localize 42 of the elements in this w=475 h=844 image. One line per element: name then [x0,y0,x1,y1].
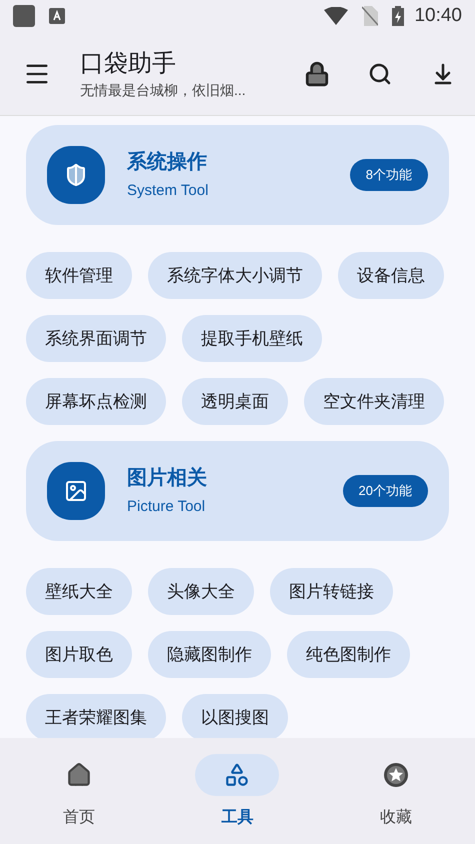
nav-item[interactable]: 收藏 [316,754,475,844]
category-card[interactable]: 系统操作 System Tool 8个功能 [26,125,449,225]
tool-chip[interactable]: 以图搜图 [182,694,288,738]
tool-chip[interactable]: 空文件夹清理 [304,378,444,425]
feature-count-badge: 8个功能 [350,159,428,191]
tool-chip[interactable]: 图片取色 [26,631,132,678]
notification-icon [49,8,65,24]
app-title: 口袋助手 [80,48,177,78]
tool-chip[interactable]: 纯色图制作 [287,631,410,678]
tool-chip[interactable]: 王者荣耀图集 [26,694,166,738]
no-sim-icon [362,6,378,26]
tool-chip[interactable]: 隐藏图制作 [148,631,271,678]
tool-chip[interactable]: 设备信息 [338,252,444,299]
battery-charging-icon [392,6,404,26]
app-square-icon [13,5,35,27]
wifi-icon [324,7,348,25]
tool-chip[interactable]: 提取手机壁纸 [182,315,322,362]
tool-chip[interactable]: 系统字体大小调节 [148,252,322,299]
nav-item[interactable]: 首页 [0,754,158,844]
tool-chip[interactable]: 头像大全 [148,568,254,615]
feature-count-badge: 20个功能 [342,475,428,507]
tool-chip[interactable]: 系统界面调节 [26,315,166,362]
lock-icon [304,60,330,86]
nav-item[interactable]: 工具 [158,754,317,844]
tool-chip[interactable]: 透明桌面 [182,378,288,425]
home-icon [66,762,92,788]
clock: 10:40 [414,4,462,28]
category-subtitle: System Tool [127,181,210,201]
category-card[interactable]: 图片相关 Picture Tool 20个功能 [26,441,449,541]
app-subtitle: 无情最是台城柳，依旧烟... [80,80,247,100]
shield-icon [64,163,88,187]
tool-chip[interactable]: 屏幕坏点检测 [26,378,166,425]
search-icon [368,62,392,86]
category-title: 系统操作 [127,150,208,175]
shapes-icon [224,762,250,788]
tool-chip[interactable]: 壁纸大全 [26,568,132,615]
image-icon [64,479,88,503]
tool-chip[interactable]: 软件管理 [26,252,132,299]
star-badge-icon [382,761,410,789]
category-subtitle: Picture Tool [127,497,206,517]
tool-chip[interactable]: 图片转链接 [270,568,393,615]
category-title: 图片相关 [127,466,208,491]
